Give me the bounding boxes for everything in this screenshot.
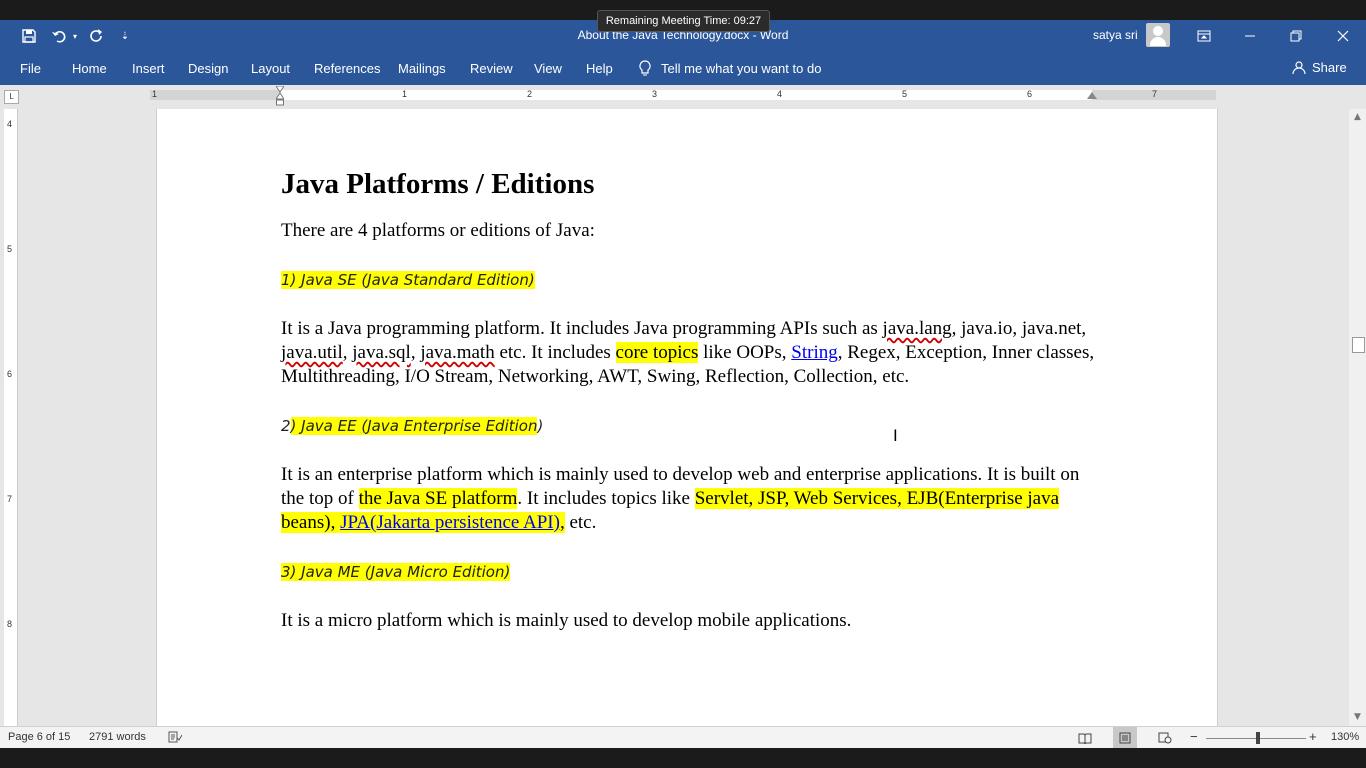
scrollbar-thumb[interactable] <box>1352 337 1365 353</box>
se-text: , <box>342 342 353 363</box>
document-workspace: 4 5 6 7 8 Java Platforms / Editions Ther… <box>0 109 1366 726</box>
read-mode-icon[interactable] <box>1073 727 1097 749</box>
tab-design[interactable]: Design <box>188 61 228 76</box>
tab-insert[interactable]: Insert <box>132 61 165 76</box>
string-link[interactable]: String <box>791 342 837 363</box>
ee-title-end: ) <box>537 417 544 435</box>
ee-title-start: 2 <box>281 417 291 435</box>
ee-text: . It includes topics like <box>517 488 695 509</box>
se-title: 1) Java SE (Java Standard Edition) <box>281 268 1101 292</box>
tab-home[interactable]: Home <box>72 61 107 76</box>
ee-title-text: ) Java EE (Java Enterprise Edition <box>290 417 538 435</box>
document-page[interactable]: Java Platforms / Editions There are 4 pl… <box>156 109 1218 726</box>
zoom-level[interactable]: 130% <box>1331 731 1359 743</box>
tab-references[interactable]: References <box>314 61 380 76</box>
user-name[interactable]: satya sri <box>1093 28 1138 42</box>
me-title: 3) Java ME (Java Micro Edition) <box>281 560 1101 584</box>
ee-paragraph: It is an enterprise platform which is ma… <box>281 463 1101 535</box>
person-icon <box>1292 60 1306 74</box>
tell-me-label: Tell me what you want to do <box>661 60 822 76</box>
vertical-ruler[interactable]: 4 5 6 7 8 <box>4 109 18 726</box>
highlighted-text: core topics <box>615 342 699 363</box>
ruler-number: 2 <box>527 89 533 99</box>
minimize-icon[interactable] <box>1227 20 1273 52</box>
highlighted-text: the Java SE platform <box>358 488 518 509</box>
page-indicator[interactable]: Page 6 of 15 <box>8 731 70 743</box>
tell-me-box[interactable]: Tell me what you want to do <box>639 60 821 76</box>
word-count[interactable]: 2791 words <box>89 731 146 743</box>
jpa-link[interactable]: JPA(Jakarta persistence API) <box>340 512 560 533</box>
right-indent-marker[interactable] <box>1087 92 1097 99</box>
share-label: Share <box>1312 60 1347 75</box>
ee-title: 2) Java EE (Java Enterprise Edition) <box>281 414 1101 438</box>
misspelled-word: java.math <box>420 342 495 363</box>
tab-review[interactable]: Review <box>470 61 513 76</box>
ruler-number: 4 <box>7 119 13 129</box>
me-paragraph: It is a micro platform which is mainly u… <box>281 610 852 631</box>
scroll-up-icon[interactable]: ▲ <box>1349 109 1366 126</box>
ruler-number: 4 <box>777 89 783 99</box>
tab-view[interactable]: View <box>534 61 562 76</box>
ruler-number: 7 <box>1152 89 1158 99</box>
meeting-timer: Remaining Meeting Time: 09:27 <box>597 10 770 32</box>
se-text: It is a Java programming platform. It in… <box>281 318 883 339</box>
se-text: , <box>410 342 421 363</box>
ruler-number: 3 <box>652 89 658 99</box>
zoom-out-button[interactable]: − <box>1190 729 1198 744</box>
zoom-in-button[interactable]: + <box>1309 729 1317 744</box>
ruler-number: 5 <box>902 89 908 99</box>
screen-bottom-bar <box>0 748 1366 768</box>
ee-text: etc. <box>564 512 597 533</box>
page-heading: Java Platforms / Editions <box>281 168 595 200</box>
vertical-scrollbar[interactable]: ▲ ▼ <box>1349 109 1366 726</box>
ruler-row: L 1 1 2 3 4 5 6 7 <box>0 85 1366 109</box>
ruler-number: 6 <box>7 369 13 379</box>
misspelled-word: java.util <box>281 342 343 363</box>
proofing-icon[interactable] <box>168 731 183 746</box>
ribbon-tabs: File Home Insert Design Layout Reference… <box>0 52 1366 85</box>
tab-layout[interactable]: Layout <box>251 61 290 76</box>
indent-marker[interactable] <box>276 86 284 106</box>
text-cursor-icon: I <box>893 426 898 445</box>
ruler-number: 1 <box>152 89 158 99</box>
ruler-number: 6 <box>1027 89 1033 99</box>
close-icon[interactable] <box>1320 20 1366 52</box>
misspelled-word: java.sql <box>352 342 411 363</box>
horizontal-ruler[interactable]: 1 1 2 3 4 5 6 7 <box>150 89 1216 100</box>
intro-paragraph: There are 4 platforms or editions of Jav… <box>281 220 595 241</box>
zoom-slider-knob[interactable] <box>1256 732 1260 744</box>
ruler-number: 7 <box>7 494 13 504</box>
tab-mailings[interactable]: Mailings <box>398 61 446 76</box>
avatar[interactable] <box>1146 23 1170 47</box>
ruler-number: 5 <box>7 244 13 254</box>
tab-help[interactable]: Help <box>586 61 613 76</box>
se-text: etc. It includes <box>494 342 616 363</box>
misspelled-word: java.lang <box>882 318 952 339</box>
share-button[interactable]: Share <box>1292 60 1347 75</box>
ruler-number: 1 <box>402 89 408 99</box>
restore-icon[interactable] <box>1273 20 1319 52</box>
status-bar: Page 6 of 15 2791 words − + 130% <box>0 726 1366 749</box>
scroll-down-icon[interactable]: ▼ <box>1349 709 1366 726</box>
tab-file[interactable]: File <box>20 61 41 76</box>
ribbon-display-icon[interactable] <box>1181 20 1227 52</box>
tab-selector[interactable]: L <box>4 90 19 104</box>
document-content[interactable]: Java Platforms / Editions There are 4 pl… <box>281 167 1101 658</box>
se-paragraph: It is a Java programming platform. It in… <box>281 317 1101 389</box>
lightbulb-icon <box>639 60 651 76</box>
web-layout-icon[interactable] <box>1153 727 1177 749</box>
ruler-number: 8 <box>7 619 13 629</box>
se-title-text: 1) Java SE (Java Standard Edition) <box>281 271 535 289</box>
me-title-text: 3) Java ME (Java Micro Edition) <box>281 563 511 581</box>
se-text: , java.io, java.net, <box>951 318 1087 339</box>
print-layout-icon[interactable] <box>1113 727 1137 749</box>
se-text: like OOPs, <box>698 342 792 363</box>
